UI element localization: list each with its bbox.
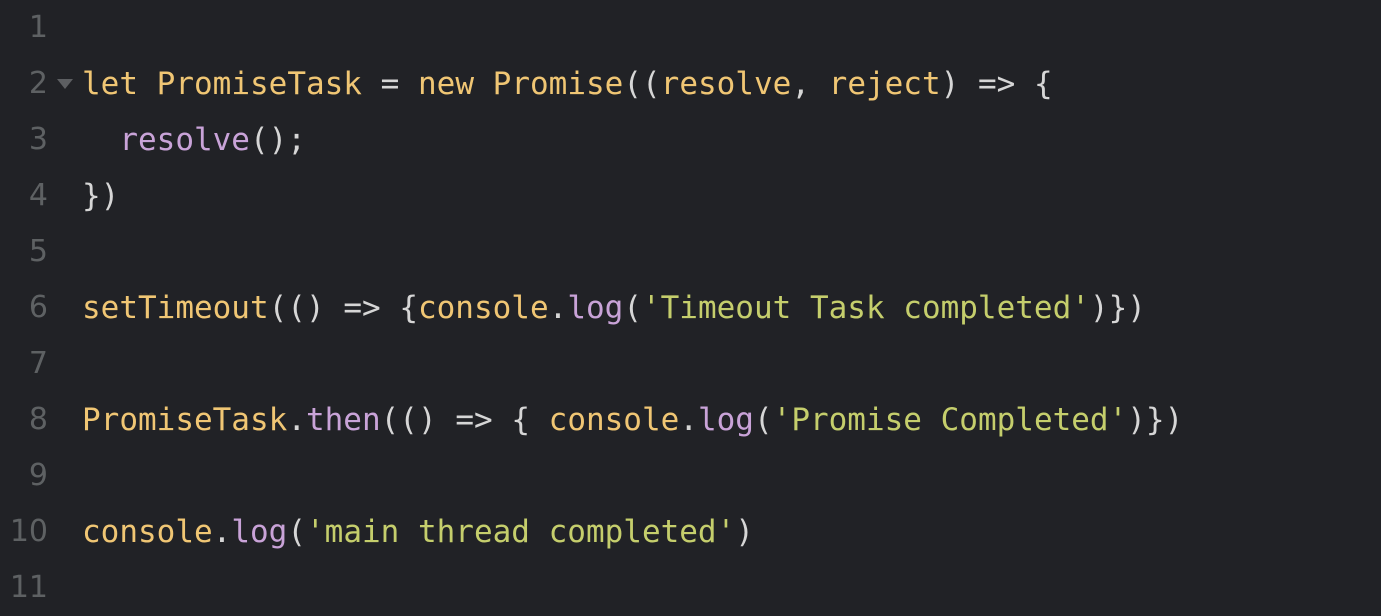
token-string: 'Promise Completed' (772, 402, 1128, 438)
token-ident: Promise (492, 66, 624, 102)
token-punct: , (791, 66, 810, 102)
token-punct: ) (940, 66, 960, 102)
token-punct: (); (249, 122, 306, 158)
code-line-content[interactable]: PromiseTask.then(() => { console.log('Pr… (82, 392, 1381, 448)
chevron-down-icon[interactable] (57, 79, 73, 89)
token-punct: ( (623, 290, 642, 326)
line-number: 4 (28, 178, 48, 213)
code-line-content[interactable]: resolve(); (82, 112, 1381, 168)
token-punct: )}) (1089, 290, 1146, 326)
code-line-content[interactable]: }) (82, 168, 1381, 224)
code-lines-container: 1 2 let PromiseTask = new Promise((resolve… (0, 0, 1381, 616)
code-line[interactable]: 8 PromiseTask.then(() => { console.log('P… (0, 392, 1381, 448)
token-ident: console (417, 290, 549, 326)
token-ident: console (548, 402, 680, 438)
token-ident: PromiseTask (156, 66, 362, 102)
token-ident: PromiseTask (82, 402, 288, 438)
code-line[interactable]: 9 (0, 448, 1381, 504)
token-punct: }) (82, 178, 120, 214)
token-punct: ( (287, 514, 306, 550)
token-punct: = (380, 66, 400, 102)
line-number: 5 (28, 234, 48, 269)
line-number: 7 (28, 346, 48, 381)
token-punct: . (287, 402, 306, 438)
token-punct: { (511, 402, 530, 438)
code-line[interactable]: 2 let PromiseTask = new Promise((resolve,… (0, 56, 1381, 112)
token-ident: setTimeout (82, 290, 269, 326)
token-keyword: new (418, 66, 474, 102)
code-line[interactable]: 3 resolve(); (0, 112, 1381, 168)
token-method: resolve (119, 122, 250, 158)
code-line-content[interactable]: console.log('main thread completed') (82, 504, 1381, 560)
token-string: 'main thread completed' (306, 514, 736, 550)
token-punct: . (212, 514, 232, 550)
token-method: log (697, 402, 754, 438)
token-ident: reject (828, 66, 941, 102)
token-punct: (() (268, 290, 325, 326)
token-string: 'Timeout Task completed' (641, 290, 1090, 326)
code-line[interactable]: 7 (0, 336, 1381, 392)
code-line[interactable]: 10 console.log('main thread completed') (0, 504, 1381, 560)
token-punct: (( (623, 66, 661, 102)
line-number: 3 (28, 122, 48, 157)
token-punct: . (548, 290, 568, 326)
code-line[interactable]: 5 (0, 224, 1381, 280)
token-punct: (() (380, 402, 437, 438)
token-punct: ) (735, 514, 754, 550)
token-ident: resolve (660, 66, 792, 102)
code-line[interactable]: 1 (0, 0, 1381, 56)
token-punct: { (399, 290, 418, 326)
code-line[interactable]: 4}) (0, 168, 1381, 224)
code-line-content[interactable]: setTimeout(() => {console.log('Timeout T… (82, 280, 1381, 336)
token-method: log (231, 514, 288, 550)
line-number: 2 (28, 66, 48, 101)
token-punct: => (977, 66, 1016, 102)
token-method: log (567, 290, 624, 326)
code-line-content[interactable]: let PromiseTask = new Promise((resolve, … (82, 56, 1381, 112)
line-number: 10 (9, 514, 48, 549)
token-punct: => (455, 402, 493, 438)
token-keyword: let (82, 66, 138, 102)
line-number: 1 (28, 10, 48, 45)
fold-toggle[interactable] (48, 79, 82, 89)
token-punct: . (679, 402, 698, 438)
token-punct: )}) (1127, 402, 1184, 438)
token-punct: => (343, 290, 381, 326)
code-line[interactable]: 6 setTimeout(() => {console.log('Timeout … (0, 280, 1381, 336)
token-ident: console (82, 514, 213, 550)
line-number: 9 (28, 458, 48, 493)
code-editor[interactable]: 1 2 let PromiseTask = new Promise((resolve… (0, 0, 1381, 608)
line-number: 6 (28, 290, 48, 325)
line-number: 8 (28, 402, 48, 437)
token-punct: ( (753, 402, 773, 438)
token-punct: { (1033, 66, 1053, 102)
token-method: then (305, 402, 381, 438)
